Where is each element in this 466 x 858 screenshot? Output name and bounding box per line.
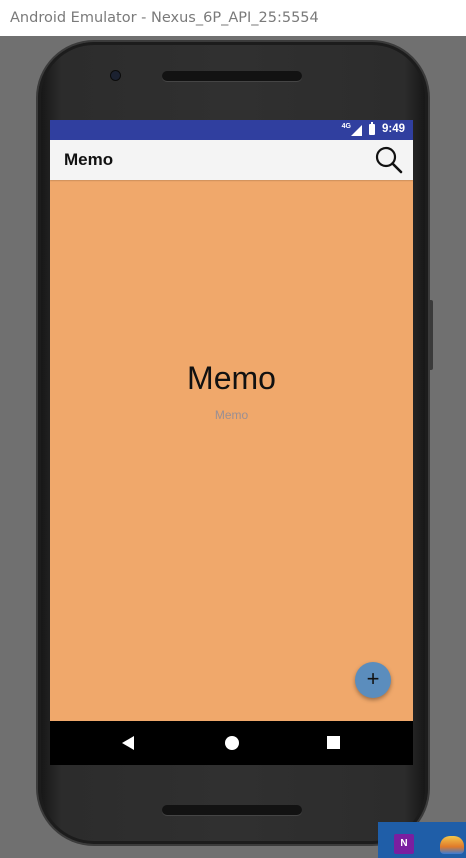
status-time: 9:49 [381, 123, 405, 135]
search-button[interactable] [373, 144, 405, 176]
recents-icon[interactable] [327, 736, 340, 749]
ime-tray-icon[interactable]: N [394, 834, 414, 854]
front-camera [111, 71, 120, 80]
content-subheading: Memo [214, 408, 249, 422]
content-heading: Memo [187, 360, 276, 396]
battery-icon [369, 122, 375, 135]
home-icon[interactable] [225, 736, 239, 750]
network-type: 4G [341, 123, 351, 130]
top-speaker [162, 71, 302, 81]
search-icon [375, 146, 403, 174]
navigation-bar [50, 721, 413, 765]
tray-app-icon[interactable] [440, 836, 464, 854]
side-button[interactable] [428, 300, 433, 370]
add-memo-button[interactable]: + [355, 662, 391, 698]
phone-screen: 4G 9:49 Memo Memo Memo + [50, 120, 413, 765]
plus-icon: + [366, 666, 380, 691]
app-title: Memo [64, 150, 114, 169]
bottom-speaker [162, 805, 302, 815]
status-bar: 4G 9:49 [50, 120, 413, 140]
app-bar: Memo [50, 140, 413, 180]
signal-icon [351, 125, 362, 136]
window-title: Android Emulator - Nexus_6P_API_25:5554 [0, 0, 466, 36]
back-icon[interactable] [122, 736, 134, 750]
